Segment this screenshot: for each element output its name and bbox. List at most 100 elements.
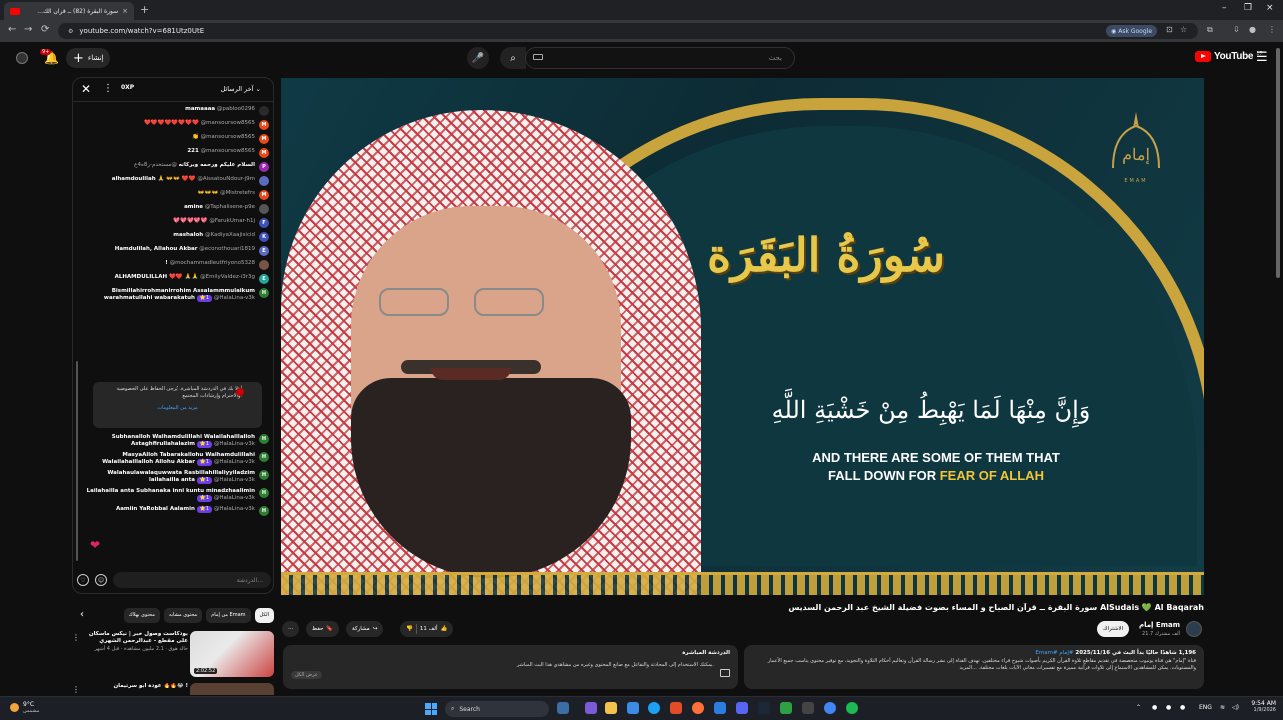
reload-icon[interactable]: ⟳ xyxy=(41,24,49,35)
chat-message[interactable]: Lailahailla anta Subhanaka inni kuntu mi… xyxy=(79,488,269,502)
recommended-more-icon[interactable]: ⋮ xyxy=(72,685,80,694)
chat-avatar[interactable]: E xyxy=(259,274,269,284)
wifi-icon[interactable]: ≋ xyxy=(1220,704,1225,711)
chat-avatar[interactable]: M xyxy=(259,190,269,200)
chat-avatar[interactable]: F xyxy=(259,218,269,228)
chat-author[interactable]: @FarukUmar-h1j xyxy=(209,218,255,224)
discord-icon[interactable] xyxy=(736,702,748,714)
chat-message[interactable]: ALHAMDULILLAH ❤️❤️ 🙏🙏 @EmilyValdez-i3r3g… xyxy=(79,274,269,284)
chat-author[interactable]: @مستخدم-ر8ه4ع xyxy=(134,162,177,168)
forward-icon[interactable]: → xyxy=(24,24,32,35)
chat-avatar[interactable]: E xyxy=(259,246,269,256)
install-icon[interactable]: ⊡ xyxy=(1166,25,1173,34)
firefox-icon[interactable] xyxy=(692,702,704,714)
chat-message[interactable]: 👐👐👐 @Mistretefrs M xyxy=(79,190,269,200)
chat-messages[interactable]: mamaaaa @pabloo0296 ❤️❤️❤️❤️❤️❤️❤️❤️ @man… xyxy=(73,102,273,302)
recommended-video[interactable]: 2:02:52 بودكاست وصول خبر | نيكس ماسكان ع… xyxy=(72,631,274,677)
tray-app-icon[interactable]: ● xyxy=(1180,704,1185,711)
chat-author[interactable]: @mansoursow8565 xyxy=(201,120,255,126)
chat-author[interactable]: @Taphalisene-p9e xyxy=(205,204,255,210)
voice-search-mic-icon[interactable]: 🎤 xyxy=(467,47,489,69)
chat-message[interactable]: 221 @mansoursow8565 M xyxy=(79,148,269,158)
youtube-logo[interactable]: YouTube 17 xyxy=(1195,51,1263,62)
site-info-icon[interactable]: ⚙ xyxy=(68,28,73,35)
chat-message[interactable]: Subhanalloh Walhamdulillahi Walailahaill… xyxy=(79,434,269,448)
chip-related-channels[interactable]: محتوى بهلاك xyxy=(123,607,160,623)
keyboard-icon[interactable] xyxy=(533,54,543,60)
task-view-icon[interactable] xyxy=(557,702,569,714)
chat-avatar[interactable]: M xyxy=(259,120,269,130)
chrome-icon[interactable] xyxy=(824,702,836,714)
ask-google-button[interactable]: ◉ Ask Google xyxy=(1106,25,1158,37)
learn-more-link[interactable]: مزيد من المعلومات xyxy=(99,405,256,411)
chat-more-icon[interactable]: ⋮ xyxy=(103,83,113,94)
close-chat-icon[interactable]: ✕ xyxy=(81,82,91,96)
chat-avatar[interactable] xyxy=(259,204,269,214)
store-icon[interactable] xyxy=(627,702,639,714)
recommended-more-icon[interactable]: ⋮ xyxy=(72,633,80,642)
extensions-icon[interactable]: ⧉ xyxy=(1207,25,1213,35)
chat-author[interactable]: @AissatouNdour-j9m xyxy=(197,176,255,182)
chat-author[interactable]: @KadiyaXaajisicid xyxy=(205,232,255,238)
chat-author[interactable]: @pabloo0296 xyxy=(217,106,255,112)
chat-avatar[interactable]: M xyxy=(259,148,269,158)
channel-avatar[interactable] xyxy=(1186,621,1202,637)
chat-author[interactable]: @mansoursow8565 xyxy=(201,134,255,140)
search-button[interactable]: ⌕ xyxy=(500,47,526,69)
chat-avatar[interactable] xyxy=(259,176,269,186)
chat-author[interactable]: @HalaLina-v3k xyxy=(214,459,255,465)
chip-from-channel[interactable]: من إمام Emam xyxy=(206,607,251,623)
chat-author[interactable]: @HalaLina-v3k xyxy=(214,495,255,501)
chat-avatar[interactable]: K xyxy=(259,232,269,242)
chat-author[interactable]: @mansoursow8565 xyxy=(201,148,255,154)
chat-message[interactable]: mashaloh @KadiyaXaajisicid K xyxy=(79,232,269,242)
chat-message[interactable]: mamaaaa @pabloo0296 xyxy=(79,106,269,116)
url-text[interactable]: youtube.com/watch?v=681Utz0UtE xyxy=(79,27,204,35)
chat-author[interactable]: @Mistretefrs xyxy=(220,190,255,196)
chat-avatar[interactable] xyxy=(259,106,269,116)
maximize-button[interactable]: ❐ xyxy=(1244,3,1252,13)
chat-avatar[interactable]: H xyxy=(259,288,269,298)
omnibox[interactable]: ⚙ youtube.com/watch?v=681Utz0UtE xyxy=(58,23,1198,39)
chat-message[interactable]: السلام عليكم ورحمه وبركاته @مستخدم-ر8ه4ع… xyxy=(79,162,269,172)
more-actions-button[interactable]: ··· xyxy=(282,621,300,637)
like-icon[interactable]: 👍 xyxy=(441,626,448,632)
chat-scrollbar[interactable] xyxy=(76,361,78,561)
tray-app-icon[interactable]: ● xyxy=(1166,704,1171,711)
edge-icon[interactable] xyxy=(648,702,660,714)
chat-author[interactable]: @EmilyValdez-i3r3g xyxy=(200,274,255,280)
language-indicator[interactable]: ENG xyxy=(1199,704,1212,711)
chat-avatar[interactable]: M xyxy=(259,134,269,144)
user-avatar[interactable] xyxy=(16,52,28,64)
recommended-title[interactable]: بودكاست وصول خبر | نيكس ماسكان على مقطع … xyxy=(84,631,188,645)
chat-avatar[interactable]: P xyxy=(259,162,269,172)
chat-avatar[interactable]: H xyxy=(259,434,269,444)
chat-avatar[interactable]: H xyxy=(259,452,269,462)
tab-close-icon[interactable]: × xyxy=(122,7,128,15)
share-button[interactable]: مشاركة ↪ xyxy=(346,621,384,637)
settings-gear-icon[interactable] xyxy=(802,702,814,714)
recommended-thumbnail[interactable] xyxy=(190,683,274,695)
emoji-icon[interactable]: ☺ xyxy=(95,574,107,586)
recommended-video[interactable]: عودة أبو سرتيمان 🔥🔥😂 ! ⋮ xyxy=(72,683,274,695)
clock[interactable]: 9:54 AM 1/9/2026 xyxy=(1246,700,1276,713)
taskbar-search[interactable]: ⌕ Search xyxy=(445,701,549,717)
chat-message[interactable]: 💖💖💖💖💖 @FarukUmar-h1j F xyxy=(79,218,269,228)
chat-message[interactable]: MasyaAlloh Tabarakallohu Walhamdulillahi… xyxy=(79,452,269,466)
chat-avatar[interactable]: H xyxy=(259,488,269,498)
tray-app-icon[interactable]: ● xyxy=(1152,704,1157,711)
chat-author[interactable]: @econothouari1819 xyxy=(199,246,255,252)
chat-message[interactable]: alhamdoulilah 🙏 👐👐 ❤️❤️ @AissatouNdour-j… xyxy=(79,176,269,186)
chat-avatar[interactable] xyxy=(259,260,269,270)
recommended-title[interactable]: عودة أبو سرتيمان 🔥🔥😂 ! xyxy=(84,683,188,690)
chat-author[interactable]: @HalaLina-v3k xyxy=(214,441,255,447)
chat-avatar[interactable]: H xyxy=(259,470,269,480)
xp-badge[interactable]: 0XP xyxy=(121,84,134,91)
back-icon[interactable]: ← xyxy=(8,24,16,35)
minimize-button[interactable]: – xyxy=(1222,3,1227,13)
spotify-icon[interactable] xyxy=(846,702,858,714)
chat-message[interactable]: Aamiin YaRobbal Aalamin ⭐1 @HalaLina-v3k… xyxy=(79,506,269,516)
office-icon[interactable] xyxy=(670,702,682,714)
chat-avatar[interactable]: H xyxy=(259,506,269,516)
chat-message[interactable]: 👏 @mansoursow8565 M xyxy=(79,134,269,144)
